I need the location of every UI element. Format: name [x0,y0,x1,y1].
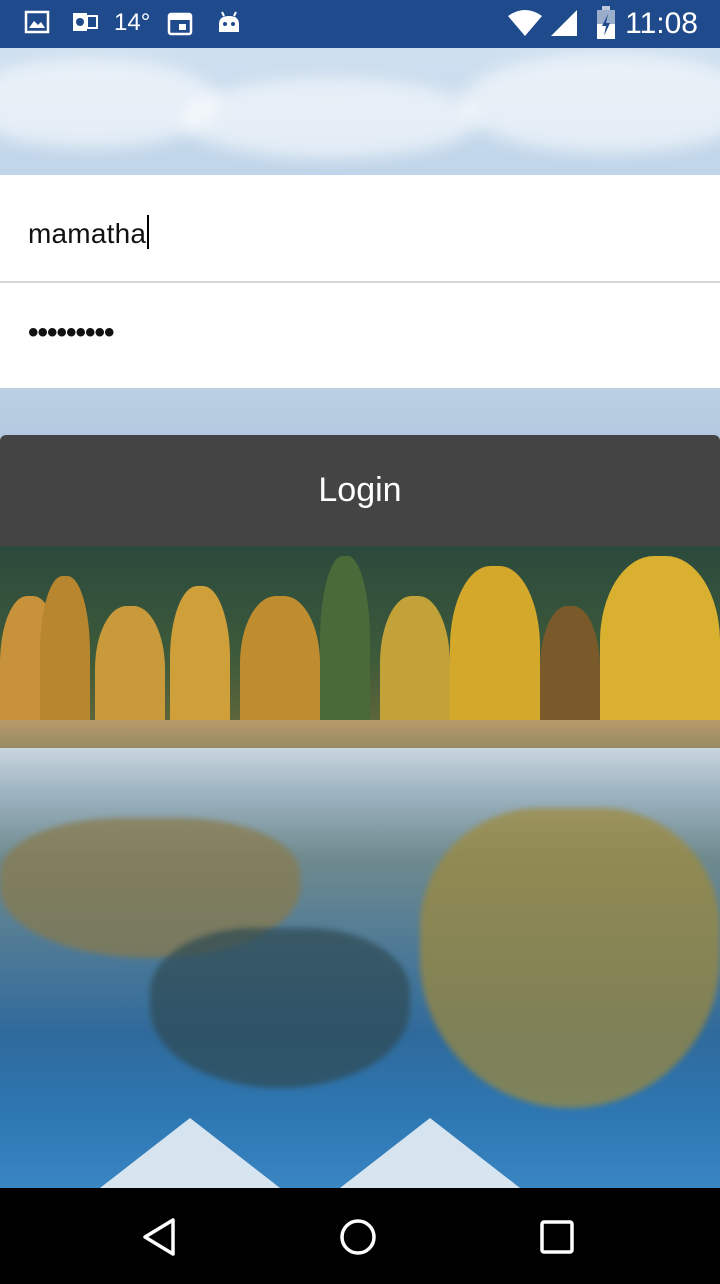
image-icon [24,10,50,41]
username-field[interactable]: mamatha [0,175,720,283]
navigation-bar [0,1188,720,1284]
clock-text: 11:08 [625,7,698,40]
calendar-icon [167,10,193,43]
temperature-text: 14° [114,9,151,36]
autumn-forest [0,546,720,746]
battery-charging-icon [596,6,616,47]
lake-reflection [0,748,720,1188]
wifi-icon [507,8,543,45]
android-icon [216,10,242,43]
login-button[interactable]: Login [0,435,720,546]
text-cursor [147,215,150,249]
status-bar: 14° 11:08 [0,0,720,48]
home-icon[interactable] [335,1214,381,1260]
back-icon[interactable] [137,1214,183,1260]
password-input-value[interactable]: ••••••••• [28,316,115,350]
password-field[interactable]: ••••••••• [0,283,720,388]
recents-icon[interactable] [534,1214,580,1260]
username-input-value[interactable]: mamatha [28,215,150,250]
outlook-icon [72,10,98,41]
signal-icon [549,8,579,45]
